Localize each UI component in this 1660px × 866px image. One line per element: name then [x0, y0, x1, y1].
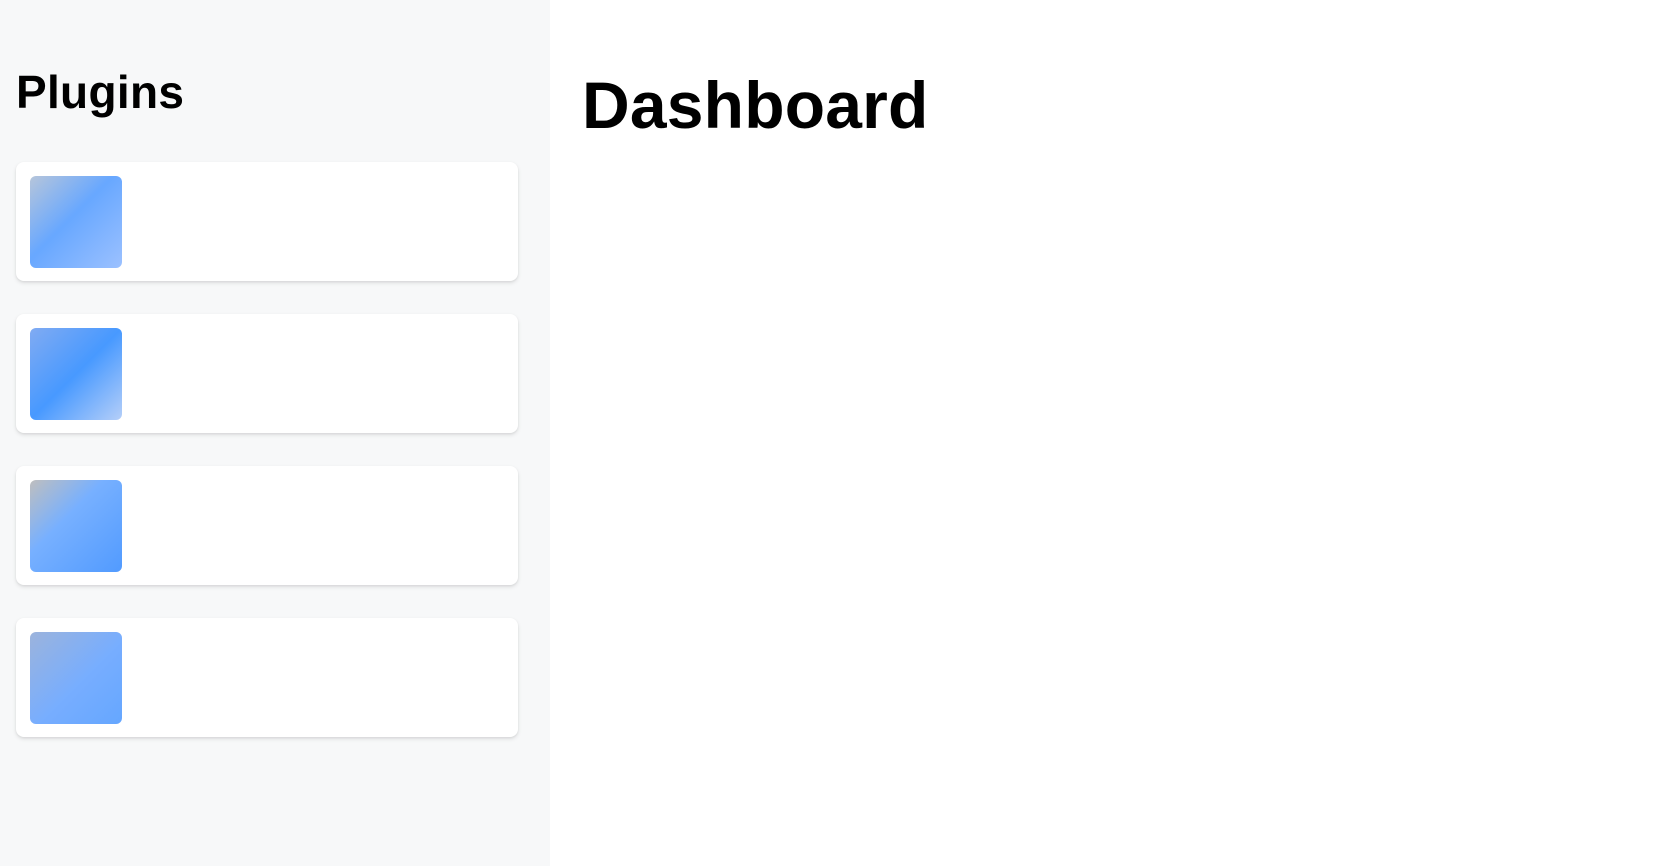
main-content: Dashboard	[550, 0, 1660, 866]
sidebar-title: Plugins	[16, 66, 185, 118]
plugin-card[interactable]	[16, 618, 518, 737]
plugin-icon	[30, 632, 122, 724]
plugin-icon	[30, 328, 122, 420]
info-heading	[582, 190, 1342, 262]
plugin-card[interactable]	[16, 314, 518, 433]
plugin-icon	[30, 176, 122, 268]
plugin-card[interactable]	[16, 466, 518, 585]
dashboard-info	[582, 190, 1342, 262]
plugin-icon	[30, 480, 122, 572]
app-window: Plugins Dashboard	[0, 0, 1660, 866]
page-title: Dashboard	[582, 68, 929, 142]
plugin-card[interactable]	[16, 162, 518, 281]
plugin-list	[16, 162, 518, 737]
plugins-sidebar: Plugins	[0, 0, 550, 866]
